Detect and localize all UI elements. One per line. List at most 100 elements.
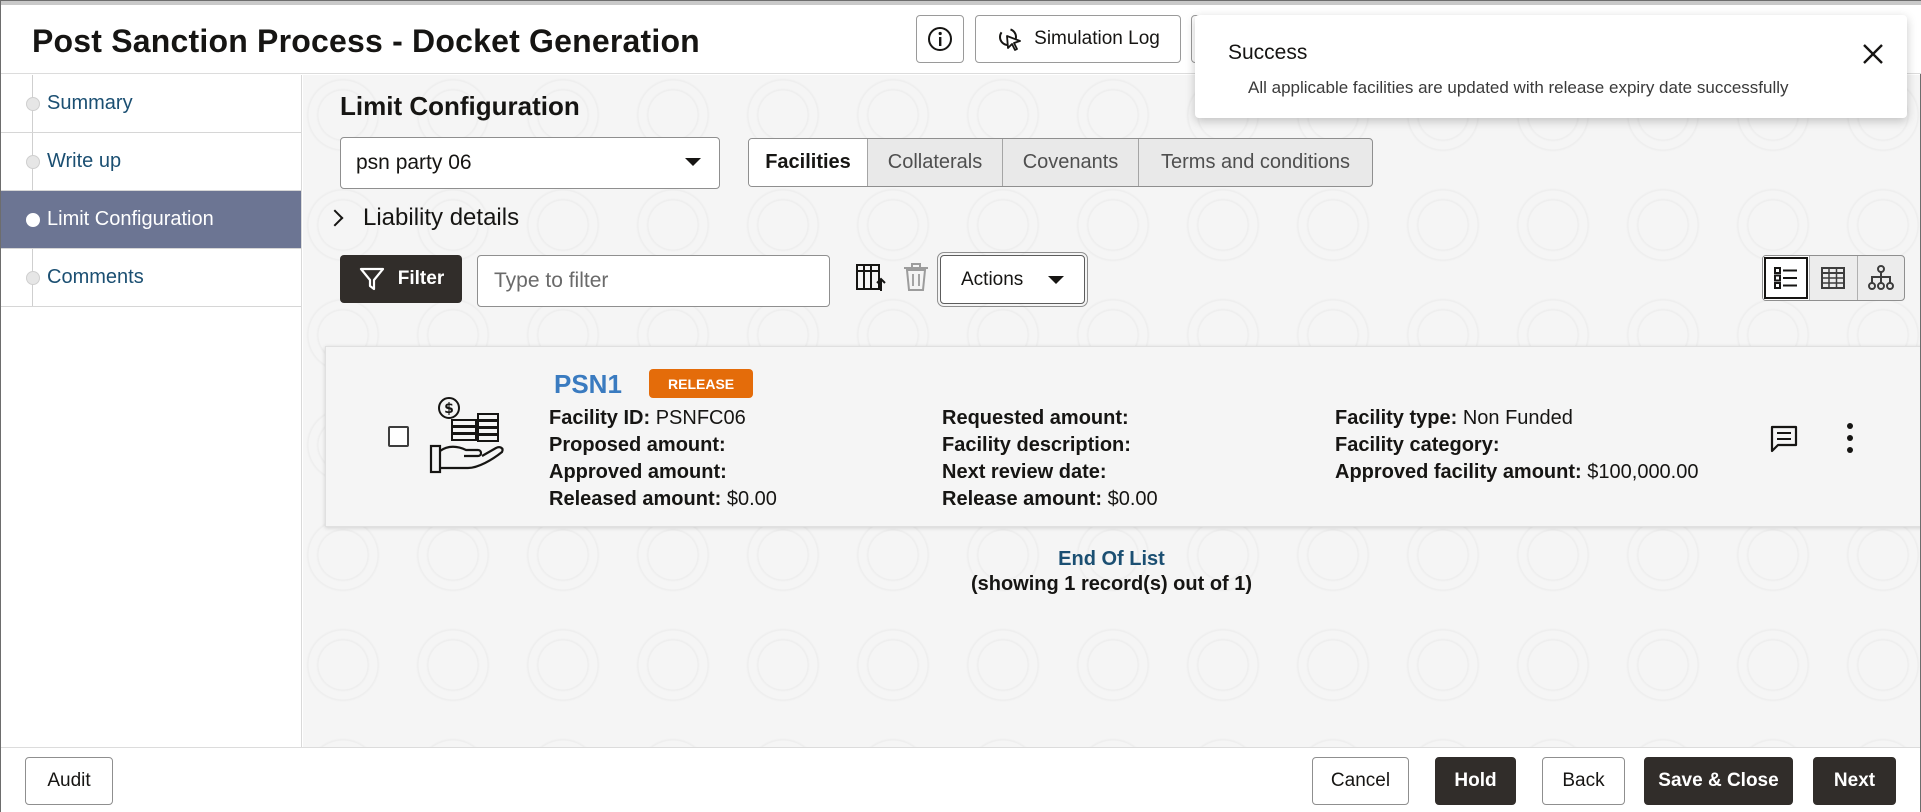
tab-bar: Facilities Collaterals Covenants Terms a…: [748, 138, 1373, 187]
field-label: Released amount:: [549, 488, 722, 510]
simulation-log-label: Simulation Log: [1034, 28, 1160, 49]
step-dot-icon: [26, 270, 40, 285]
kebab-menu-icon: [1847, 423, 1853, 453]
success-toast: Success All applicable facilities are up…: [1195, 15, 1907, 118]
field-facility-id: Facility ID: PSNFC06: [549, 407, 746, 430]
audit-button[interactable]: Audit: [25, 757, 113, 805]
sidebar: Summary Write up Limit Configuration Com…: [1, 75, 302, 747]
field-facility-description: Facility description:: [942, 434, 1131, 457]
actions-label: Actions: [961, 268, 1024, 290]
field-facility-category: Facility category:: [1335, 434, 1500, 457]
field-release-amount: Release amount: $0.00: [942, 488, 1158, 511]
filter-button-label: Filter: [397, 268, 445, 289]
field-value: Non Funded: [1462, 407, 1573, 429]
more-options-button[interactable]: [1840, 421, 1860, 460]
field-value: $100,000.00: [1587, 461, 1699, 483]
comment-icon: [1770, 425, 1798, 453]
page-footer: Audit Cancel Hold Back Save & Close Next: [1, 747, 1920, 812]
party-select[interactable]: psn party 06: [340, 137, 720, 189]
field-facility-type: Facility type: Non Funded: [1335, 407, 1573, 430]
tab-collaterals[interactable]: Collaterals: [867, 139, 1002, 186]
field-proposed-amount: Proposed amount:: [549, 434, 726, 457]
columns-export-icon: [856, 264, 886, 291]
facility-card[interactable]: $ PSN1 RELEASE Facility ID: PSNFC06 Prop…: [325, 346, 1920, 527]
delete-button[interactable]: [901, 261, 931, 298]
sidebar-item-summary[interactable]: Summary: [1, 75, 301, 133]
party-select-value: psn party 06: [356, 151, 472, 174]
field-label: Next review date:: [942, 461, 1107, 483]
tree-view-button[interactable]: [1856, 256, 1904, 300]
filter-input[interactable]: [477, 255, 830, 307]
actions-dropdown[interactable]: Actions: [937, 252, 1088, 307]
info-button[interactable]: [916, 15, 964, 63]
view-switcher: [1762, 255, 1905, 301]
liability-details-toggle[interactable]: Liability details: [326, 203, 520, 233]
hierarchy-icon: [1867, 265, 1894, 290]
field-released-amount: Released amount: $0.00: [549, 488, 777, 511]
field-label: Facility category:: [1335, 434, 1500, 456]
record-count: (showing 1 record(s) out of 1): [970, 573, 1253, 595]
tab-facilities[interactable]: Facilities: [749, 139, 867, 186]
field-label: Facility type:: [1335, 407, 1458, 429]
funding-hand-icon: $: [428, 396, 508, 481]
page-title: Post Sanction Process - Docket Generatio…: [32, 23, 700, 59]
table-view-button[interactable]: [1809, 256, 1856, 300]
field-value: $0.00: [726, 488, 777, 510]
step-dot-icon: [26, 154, 40, 169]
step-dot-icon: [26, 96, 40, 111]
filter-button[interactable]: Filter: [340, 255, 462, 303]
field-approved-amount: Approved amount:: [549, 461, 727, 484]
field-label: Requested amount:: [942, 407, 1129, 429]
section-title: Limit Configuration: [340, 91, 580, 121]
next-button[interactable]: Next: [1813, 757, 1896, 805]
cancel-button[interactable]: Cancel: [1312, 757, 1409, 805]
sidebar-item-write-up[interactable]: Write up: [1, 133, 301, 191]
status-badge: RELEASE: [649, 369, 754, 398]
field-label: Release amount:: [942, 488, 1103, 510]
field-approved-facility-amount: Approved facility amount: $100,000.00: [1335, 461, 1699, 484]
chevron-right-icon: [326, 209, 344, 227]
main-content: Limit Configuration psn party 06 Facilit…: [303, 75, 1920, 747]
toast-close-button[interactable]: [1858, 39, 1888, 74]
toast-title: Success: [1228, 41, 1308, 64]
field-value: PSNFC06: [655, 407, 746, 429]
sidebar-item-limit-configuration[interactable]: Limit Configuration: [1, 191, 301, 249]
tab-terms-and-conditions[interactable]: Terms and conditions: [1138, 139, 1372, 186]
save-close-button[interactable]: Save & Close: [1644, 757, 1793, 805]
sidebar-item-label: Summary: [47, 92, 133, 114]
sidebar-item-comments[interactable]: Comments: [1, 249, 301, 307]
table-view-icon: [1821, 267, 1846, 289]
list-view-button[interactable]: [1763, 256, 1810, 300]
tab-covenants[interactable]: Covenants: [1002, 139, 1138, 186]
facility-checkbox[interactable]: [388, 426, 409, 447]
back-button[interactable]: Back: [1542, 757, 1625, 805]
caret-down-icon: [685, 158, 701, 166]
field-label: Proposed amount:: [549, 434, 726, 456]
info-icon: [928, 27, 952, 51]
hold-button[interactable]: Hold: [1435, 757, 1516, 805]
sidebar-item-label: Limit Configuration: [47, 208, 214, 230]
sidebar-item-label: Comments: [47, 266, 144, 288]
list-view-icon: [1774, 267, 1798, 289]
export-columns-button[interactable]: [854, 261, 888, 300]
end-of-list-link[interactable]: End Of List: [303, 548, 1920, 571]
app-window: Post Sanction Process - Docket Generatio…: [0, 0, 1921, 812]
facility-title[interactable]: PSN1: [554, 369, 622, 400]
cursor-click-icon: [999, 28, 1022, 51]
liability-details-label: Liability details: [363, 204, 520, 231]
caret-down-icon: [1048, 276, 1064, 284]
comment-button[interactable]: [1768, 423, 1800, 460]
field-next-review-date: Next review date:: [942, 461, 1107, 484]
step-dot-icon: [26, 212, 40, 227]
toast-message: All applicable facilities are updated wi…: [1248, 78, 1789, 97]
field-label: Approved amount:: [549, 461, 727, 483]
trash-icon: [904, 263, 928, 291]
svg-text:$: $: [444, 401, 454, 417]
sidebar-item-label: Write up: [47, 150, 122, 172]
field-label: Facility description:: [942, 434, 1131, 456]
field-value: $0.00: [1107, 488, 1158, 510]
filter-icon: [359, 267, 384, 291]
field-label: Approved facility amount:: [1335, 461, 1582, 483]
close-icon: [1863, 44, 1883, 64]
simulation-log-button[interactable]: Simulation Log: [975, 15, 1181, 63]
